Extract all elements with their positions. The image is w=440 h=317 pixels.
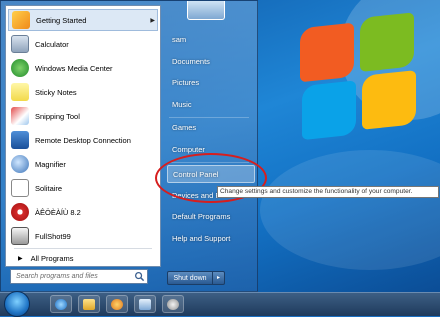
right-item-music[interactable]: Music bbox=[167, 96, 255, 114]
app-icon bbox=[11, 203, 29, 221]
media-center-icon bbox=[11, 59, 29, 77]
magnifier-icon bbox=[11, 155, 29, 173]
app2-icon bbox=[167, 299, 179, 310]
taskbar-app-button[interactable] bbox=[134, 295, 156, 313]
getting-started-icon bbox=[12, 11, 30, 29]
menu-item-remote-desktop[interactable]: Remote Desktop Connection bbox=[8, 129, 158, 151]
taskbar-app2-button[interactable] bbox=[162, 295, 184, 313]
tooltip: Change settings and customize the functi… bbox=[217, 186, 439, 198]
right-item-pictures[interactable]: Pictures bbox=[167, 74, 255, 92]
taskbar-ie-button[interactable] bbox=[50, 295, 72, 313]
remote-desktop-icon bbox=[11, 131, 29, 149]
internet-explorer-icon bbox=[55, 299, 67, 310]
taskbar-media-player-button[interactable] bbox=[106, 295, 128, 313]
menu-item-snipping-tool[interactable]: Snipping Tool bbox=[8, 105, 158, 127]
menu-item-solitaire[interactable]: Solitaire bbox=[8, 177, 158, 199]
menu-item-magnifier[interactable]: Magnifier bbox=[8, 153, 158, 175]
right-item-default-programs[interactable]: Default Programs bbox=[167, 208, 255, 226]
right-item-games[interactable]: Games bbox=[167, 119, 255, 137]
right-item-documents[interactable]: Documents bbox=[167, 53, 255, 71]
menu-item-calculator[interactable]: Calculator bbox=[8, 33, 158, 55]
media-player-icon bbox=[111, 299, 123, 310]
window-icon bbox=[139, 299, 151, 310]
windows-logo bbox=[300, 12, 420, 145]
separator bbox=[14, 248, 152, 249]
start-menu: Getting Started ▶ Calculator Windows Med… bbox=[0, 0, 258, 292]
shutdown-button[interactable]: Shut down bbox=[167, 271, 213, 285]
search-icon bbox=[135, 272, 145, 282]
snipping-tool-icon bbox=[11, 107, 29, 125]
right-item-help-support[interactable]: Help and Support bbox=[167, 230, 255, 248]
programs-pane: Getting Started ▶ Calculator Windows Med… bbox=[5, 5, 161, 267]
solitaire-icon bbox=[11, 179, 29, 197]
shutdown-options-button[interactable]: ▸ bbox=[212, 271, 225, 285]
taskbar bbox=[0, 291, 440, 317]
arrow-right-icon: ▶ bbox=[18, 255, 23, 262]
user-picture[interactable] bbox=[187, 1, 225, 20]
search-input[interactable]: Search programs and files bbox=[10, 269, 148, 284]
taskbar-explorer-button[interactable] bbox=[78, 295, 100, 313]
folder-icon bbox=[83, 299, 95, 310]
menu-item-getting-started[interactable]: Getting Started ▶ bbox=[8, 9, 158, 31]
all-programs-button[interactable]: ▶ All Programs bbox=[8, 250, 158, 266]
menu-item-media-center[interactable]: Windows Media Center bbox=[8, 57, 158, 79]
menu-item-app[interactable]: ÀÊÖÈÀÍÙ 8.2 bbox=[8, 201, 158, 223]
right-item-user[interactable]: sam bbox=[167, 31, 255, 49]
menu-item-fullshot[interactable]: FullShot99 bbox=[8, 225, 158, 247]
menu-item-sticky-notes[interactable]: Sticky Notes bbox=[8, 81, 158, 103]
submenu-arrow-icon: ▶ bbox=[150, 18, 155, 24]
start-button[interactable] bbox=[4, 291, 30, 317]
fullshot-icon bbox=[11, 227, 29, 245]
separator bbox=[169, 117, 249, 118]
calculator-icon bbox=[11, 35, 29, 53]
sticky-notes-icon bbox=[11, 83, 29, 101]
